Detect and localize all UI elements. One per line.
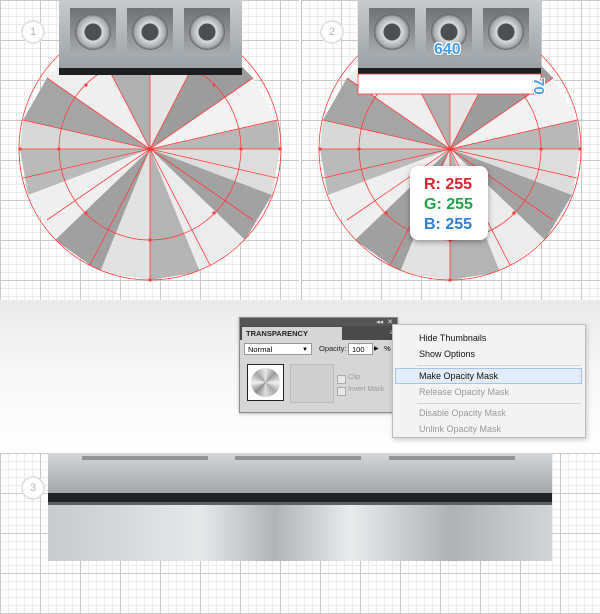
- menu-item-disable-opacity-mask[interactable]: Disable Opacity Mask: [419, 408, 506, 418]
- menu-item-hide-thumbnails[interactable]: Hide Thumbnails: [419, 333, 486, 343]
- opacity-input[interactable]: 100: [348, 343, 373, 355]
- menu-item-make-opacity-mask[interactable]: Make Opacity Mask: [419, 371, 498, 381]
- menu-item-release-opacity-mask[interactable]: Release Opacity Mask: [419, 387, 509, 397]
- chevron-down-icon: ▼: [302, 347, 308, 353]
- step-number-3: 3: [21, 476, 45, 500]
- artwork-thumbnail[interactable]: [247, 364, 284, 401]
- green-value: G: 255: [424, 196, 473, 213]
- transparency-panel: ◂◂ ✕ TRANSPARENCY ≡ Normal ▼ Opacity: 10…: [239, 317, 398, 413]
- opacity-unit: %: [384, 344, 391, 353]
- white-rectangle: [357, 73, 542, 95]
- top-component-2: [358, 0, 541, 74]
- step-number-2: 2: [320, 20, 344, 44]
- invert-mask-label: Invert Mask: [348, 386, 385, 393]
- menu-separator: [417, 403, 581, 404]
- mask-thumbnail-slot[interactable]: [290, 364, 334, 403]
- collapse-icon[interactable]: ◂◂: [376, 318, 383, 326]
- color-readout: R: 255 G: 255 B: 255: [410, 166, 488, 240]
- menu-item-show-options[interactable]: Show Options: [419, 349, 475, 359]
- step-number-1: 1: [21, 20, 45, 44]
- panel-flyout-menu: Hide Thumbnails Show Options Make Opacit…: [392, 324, 586, 438]
- blue-value: B: 255: [424, 216, 473, 233]
- opacity-label: Opacity:: [319, 344, 347, 353]
- blend-mode-select[interactable]: Normal ▼: [244, 343, 312, 355]
- top-component-1: [59, 0, 242, 75]
- invert-mask-checkbox[interactable]: [337, 387, 346, 396]
- menu-item-unlink-opacity-mask[interactable]: Unlink Opacity Mask: [419, 424, 501, 434]
- clip-label: Clip: [348, 374, 361, 381]
- width-dimension-label: 640: [434, 41, 461, 58]
- menu-separator: [417, 365, 581, 366]
- height-dimension-label: 70: [530, 78, 547, 95]
- panel-tab-row: TRANSPARENCY ≡: [240, 326, 397, 340]
- tab-transparency[interactable]: TRANSPARENCY: [242, 327, 342, 340]
- red-value: R: 255: [424, 176, 473, 193]
- bottom-artwork: [48, 453, 552, 561]
- opacity-arrow-icon[interactable]: ▶: [374, 343, 382, 355]
- blend-mode-value: Normal: [248, 345, 273, 354]
- panel-title: TRANSPARENCY: [246, 329, 308, 338]
- top-artwork: [18, 0, 582, 282]
- clip-checkbox[interactable]: [337, 375, 346, 384]
- panel-titlebar[interactable]: ◂◂ ✕: [240, 318, 397, 326]
